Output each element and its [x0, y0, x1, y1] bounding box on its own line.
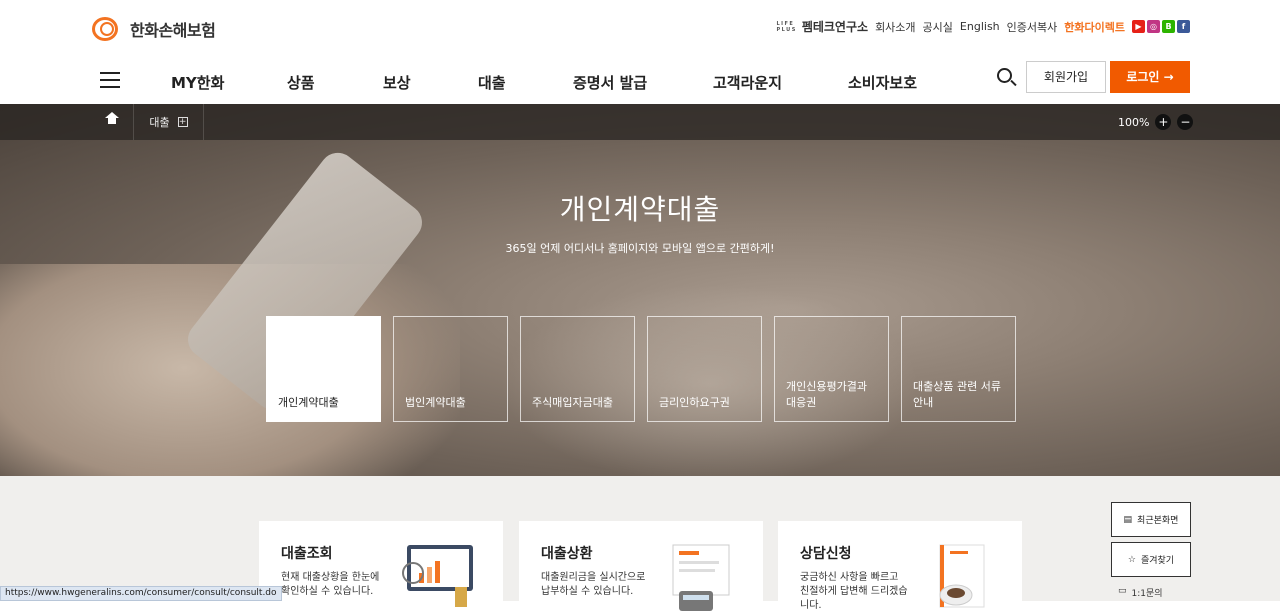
- card-desc: 대출원리금을 실시간으로 납부하실 수 있습니다.: [541, 572, 646, 597]
- nav-item-customer-lounge[interactable]: 고객라운지: [713, 72, 782, 93]
- page-title: 개인계약대출: [559, 193, 721, 226]
- card-loan-repayment[interactable]: 대출상환 대출원리금을 실시간으로 납부하실 수 있습니다.: [519, 521, 763, 611]
- brochure-coffee-illustration: [939, 544, 985, 608]
- chat-icon: ▭: [1118, 586, 1127, 596]
- breadcrumb-label: 대출: [149, 116, 170, 129]
- nav-item-loans[interactable]: 대출: [478, 72, 506, 93]
- youtube-icon[interactable]: ▶: [1132, 20, 1145, 33]
- card-desc: 현재 대출상황을 한눈에 확인하실 수 있습니다.: [281, 572, 380, 597]
- nav-item-products[interactable]: 상품: [287, 72, 315, 93]
- nav-item-certificates[interactable]: 증명서 발급: [573, 72, 647, 93]
- util-link-cert-copy[interactable]: 인증서복사: [1007, 19, 1058, 35]
- card-loan-inquiry[interactable]: 대출조회 현재 대출상황을 한눈에 확인하실 수 있습니다.: [259, 521, 503, 611]
- nav-item-my[interactable]: MY한화: [171, 72, 224, 93]
- tab-personal-loan[interactable]: 개인계약대출: [266, 316, 381, 422]
- star-icon: ☆: [1127, 554, 1136, 565]
- util-link-direct[interactable]: 한화다이렉트: [1064, 19, 1125, 35]
- inquiry-label: 1:1문의: [1131, 589, 1163, 599]
- recent-view-label: 최근본화면: [1137, 516, 1179, 526]
- header: 한화손해보험 LIFE PLUS 펨테크연구소 회사소개 공시실 English…: [0, 0, 1280, 104]
- zoom-level: 100%: [1118, 115, 1150, 129]
- login-button[interactable]: 로그인 →: [1110, 61, 1190, 93]
- service-section: 대출조회 현재 대출상황을 한눈에 확인하실 수 있습니다. 대출상환 대출원리…: [0, 476, 1280, 611]
- card-desc: 궁금하신 사항을 빠르고 친절하게 답변해 드리겠습니다.: [800, 572, 908, 611]
- zoom-in-button[interactable]: +: [1155, 114, 1172, 130]
- recent-view-button[interactable]: ▤ 최근본화면: [1111, 502, 1191, 537]
- document-calculator-illustration: [672, 544, 730, 611]
- favorite-button[interactable]: ☆ 즐겨찾기: [1111, 542, 1191, 577]
- tab-credit-evaluation[interactable]: 개인신용평가결과 대응권: [774, 316, 889, 422]
- monitor-chart-illustration: [402, 545, 473, 607]
- calendar-icon: ▤: [1123, 514, 1133, 525]
- breadcrumb-item-loans[interactable]: 대출 +: [134, 104, 204, 140]
- util-link-english[interactable]: English: [960, 20, 1000, 33]
- home-icon[interactable]: [90, 104, 134, 140]
- zoom-out-button[interactable]: −: [1177, 114, 1194, 130]
- nav-item-consumer-protection[interactable]: 소비자보호: [848, 72, 917, 93]
- blog-icon[interactable]: B: [1162, 20, 1175, 33]
- fintech-lab-link[interactable]: 펨테크연구소: [802, 18, 868, 35]
- logo-text: 한화손해보험: [130, 21, 216, 40]
- util-link-company[interactable]: 회사소개: [875, 19, 915, 35]
- expand-icon: +: [177, 117, 188, 127]
- logo-mark-icon: [90, 14, 124, 44]
- zoom-control: 100% + −: [1118, 114, 1194, 130]
- favorite-label: 즐겨찾기: [1140, 556, 1175, 566]
- card-consultation[interactable]: 상담신청 궁금하신 사항을 빠르고 친절하게 답변해 드리겠습니다.: [778, 521, 1022, 611]
- search-icon[interactable]: [996, 67, 1018, 89]
- sns-links: ▶ ◎ B f: [1132, 20, 1190, 33]
- logo[interactable]: 한화손해보험: [90, 14, 216, 44]
- status-bar-url: https://www.hwgeneralins.com/consumer/co…: [0, 586, 282, 601]
- nav-item-claims[interactable]: 보상: [383, 72, 411, 93]
- lifeplus-logo[interactable]: LIFE PLUS: [776, 21, 796, 33]
- lifeplus-bottom: PLUS: [776, 26, 797, 33]
- main-nav: MY한화 상품 보상 대출 증명서 발급 고객라운지 소비자보호 회원가입 로그…: [0, 60, 1280, 104]
- menu-icon[interactable]: [100, 72, 120, 88]
- tab-corporate-loan[interactable]: 법인계약대출: [393, 316, 508, 422]
- facebook-icon[interactable]: f: [1177, 20, 1190, 33]
- page-subtitle: 365일 언제 어디서나 홈페이지와 모바일 앱으로 간편하게!: [505, 242, 775, 255]
- util-link-disclosure[interactable]: 공시실: [923, 19, 953, 35]
- tab-rate-cut-request[interactable]: 금리인하요구권: [647, 316, 762, 422]
- instagram-icon[interactable]: ◎: [1147, 20, 1160, 33]
- tab-stock-purchase-loan[interactable]: 주식매입자금대출: [520, 316, 635, 422]
- join-button[interactable]: 회원가입: [1026, 61, 1106, 93]
- breadcrumb: 대출 + 100% + −: [0, 104, 1280, 140]
- tab-loan-documents[interactable]: 대출상품 관련 서류 안내: [901, 316, 1016, 422]
- hero-banner: 대출 + 100% + − 개인계약대출 365일 언제 어디서나 홈페이지와 …: [0, 104, 1280, 476]
- inquiry-link[interactable]: ▭ 1:1문의: [1118, 586, 1163, 599]
- utility-links: LIFE PLUS 펨테크연구소 회사소개 공시실 English 인증서복사 …: [776, 18, 1190, 35]
- loan-tabs: 개인계약대출 법인계약대출 주식매입자금대출 금리인하요구권 개인신용평가결과 …: [266, 316, 1016, 422]
